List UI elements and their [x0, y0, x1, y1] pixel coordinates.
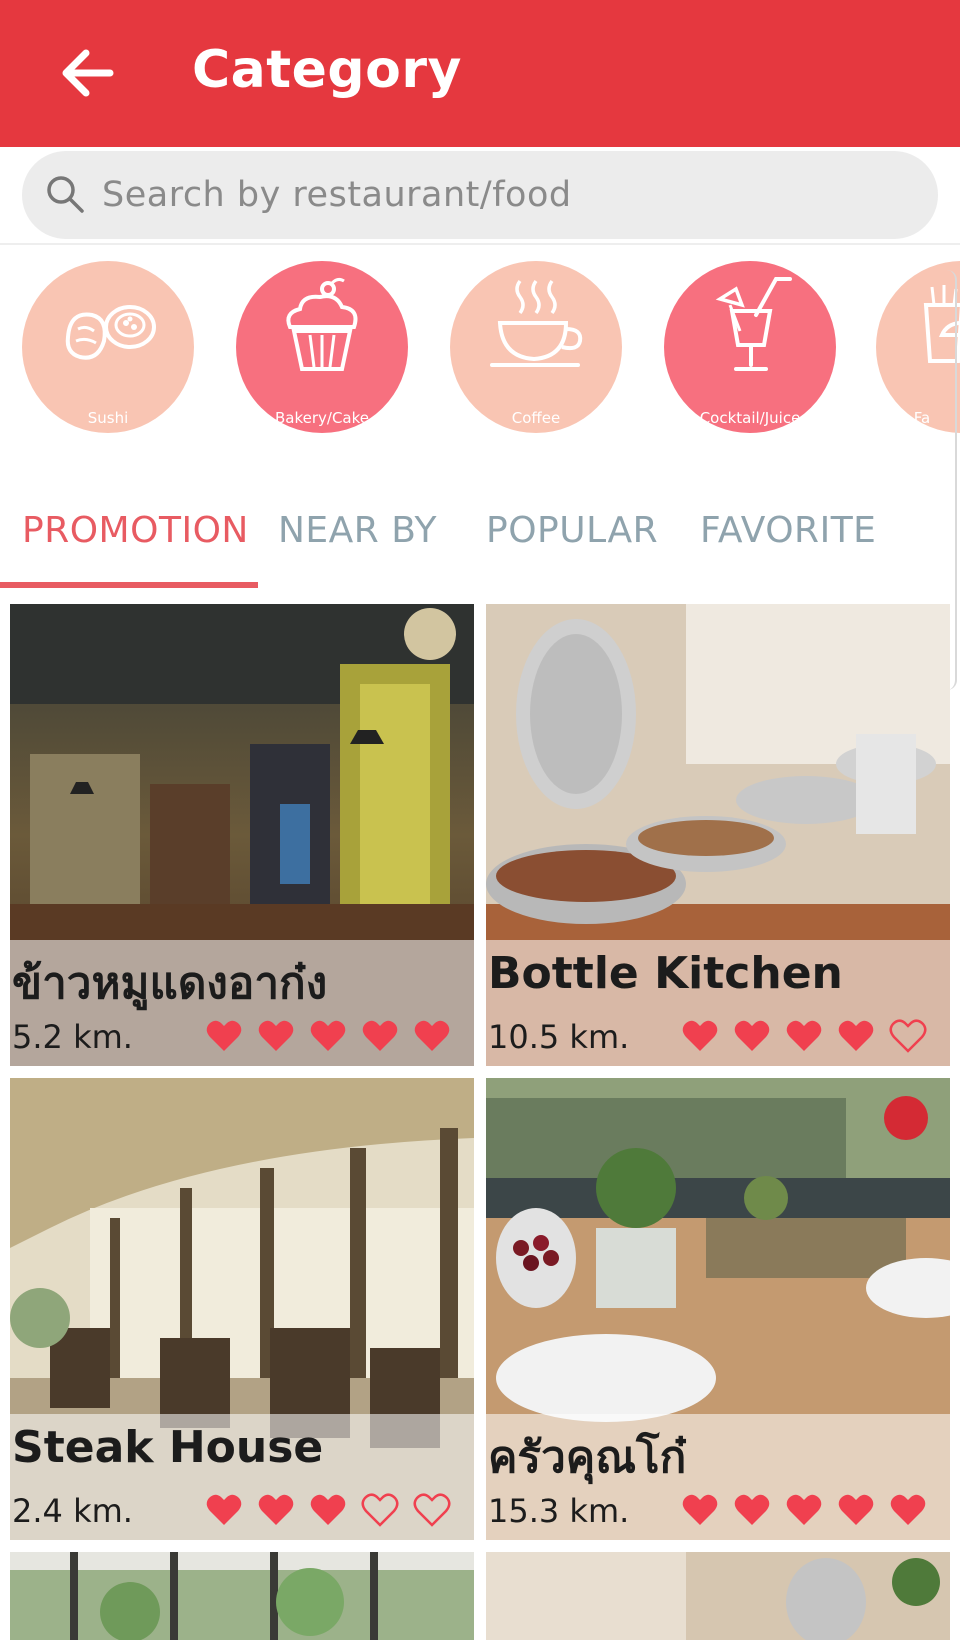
- restaurant-name: Steak House: [12, 1422, 324, 1473]
- category-label: Sushi: [87, 409, 129, 427]
- heart-filled-icon: [838, 1020, 874, 1051]
- category-label: Bakery/Cake: [274, 409, 369, 427]
- page-title: Category: [192, 40, 462, 100]
- category-carousel[interactable]: Sushi Bakery/Cake Coffee Cocktail/Juice: [0, 247, 960, 447]
- restaurant-distance: 10.5 km.: [488, 1018, 630, 1056]
- heart-filled-icon: [734, 1020, 770, 1051]
- search-bar-container: [0, 147, 960, 245]
- coffee-cup-icon: [490, 279, 583, 367]
- restaurant-name: Bottle Kitchen: [488, 948, 843, 999]
- category-label: Coffee: [511, 409, 561, 427]
- search-box[interactable]: [22, 151, 938, 239]
- heart-filled-icon: [258, 1494, 294, 1525]
- heart-filled-icon: [206, 1494, 242, 1525]
- tab-popular[interactable]: POPULAR: [486, 510, 658, 551]
- category-bakery-cake[interactable]: Bakery/Cake: [236, 261, 408, 433]
- heart-outline-icon: [361, 1493, 399, 1527]
- heart-outline-icon: [889, 1019, 927, 1053]
- heart-filled-icon: [310, 1494, 346, 1525]
- heart-filled-icon: [890, 1494, 926, 1525]
- heart-filled-icon: [682, 1494, 718, 1525]
- heart-outline-icon: [413, 1493, 451, 1527]
- restaurant-card[interactable]: Steak House 2.4 km.: [10, 1078, 474, 1540]
- category-coffee[interactable]: Coffee: [450, 261, 622, 433]
- restaurant-card[interactable]: Bottle Kitchen 10.5 km.: [486, 604, 950, 1066]
- heart-filled-icon: [310, 1020, 346, 1051]
- heart-filled-icon: [786, 1020, 822, 1051]
- category-label: Fa: [913, 409, 931, 427]
- restaurant-distance: 15.3 km.: [488, 1492, 630, 1530]
- category-cocktail-juice[interactable]: Cocktail/Juice: [664, 261, 836, 433]
- restaurant-distance: 5.2 km.: [12, 1018, 133, 1056]
- cupcake-icon: [286, 277, 358, 371]
- restaurant-name: ข้าวหมูแดงอาก๋ง: [12, 958, 328, 1009]
- sushi-icon: [65, 305, 156, 360]
- heart-filled-icon: [414, 1020, 450, 1051]
- heart-filled-icon: [258, 1020, 294, 1051]
- restaurant-card[interactable]: ครัวคุณโก๋ 15.3 km.: [486, 1078, 950, 1540]
- heart-filled-icon: [362, 1020, 398, 1051]
- heart-filled-icon: [682, 1020, 718, 1051]
- tab-favorite[interactable]: FAVORITE: [700, 510, 876, 551]
- tab-active-indicator: [0, 582, 258, 588]
- heart-filled-icon: [786, 1494, 822, 1525]
- arrow-left-icon: [62, 49, 114, 97]
- heart-filled-icon: [838, 1494, 874, 1525]
- restaurant-photo: [10, 1552, 474, 1640]
- back-button[interactable]: [52, 38, 122, 108]
- search-icon: [47, 176, 84, 213]
- cocktail-icon: [715, 277, 792, 371]
- tab-near-by[interactable]: NEAR BY: [278, 510, 437, 551]
- restaurant-card-partial[interactable]: [486, 1552, 950, 1640]
- search-input[interactable]: [102, 151, 902, 239]
- heart-filled-icon: [206, 1020, 242, 1051]
- app-bar: Category: [0, 0, 960, 147]
- restaurant-distance: 2.4 km.: [12, 1492, 133, 1530]
- restaurant-card[interactable]: ข้าวหมูแดงอาก๋ง 5.2 km.: [10, 604, 474, 1066]
- category-label: Cocktail/Juice: [699, 409, 801, 427]
- tab-bar: PROMOTION NEAR BY POPULAR FAVORITE: [0, 480, 960, 590]
- tab-promotion[interactable]: PROMOTION: [22, 510, 249, 551]
- restaurant-card-partial[interactable]: [10, 1552, 474, 1640]
- restaurant-photo: [486, 1552, 950, 1640]
- category-sushi[interactable]: Sushi: [22, 261, 194, 433]
- heart-filled-icon: [734, 1494, 770, 1525]
- restaurant-name: ครัวคุณโก๋: [488, 1432, 687, 1483]
